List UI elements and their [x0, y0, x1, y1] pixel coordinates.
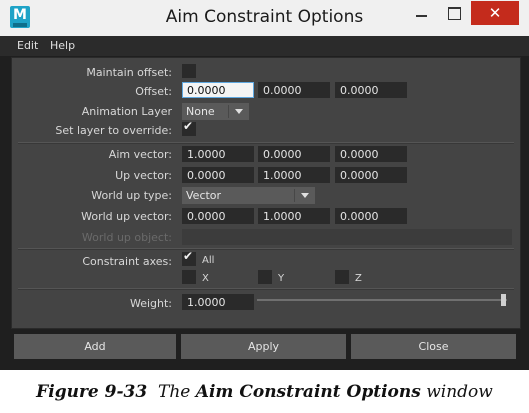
world-up-vector-z-field[interactable]: 0.0000: [335, 208, 407, 224]
options-panel: Maintain offset: Offset: 0.0000 0.0000 0…: [11, 57, 521, 329]
maintain-offset-checkbox[interactable]: [182, 64, 196, 78]
axes-all-checkbox[interactable]: [182, 249, 196, 266]
caption-pre: The: [158, 382, 191, 402]
axes-x-checkbox[interactable]: [182, 270, 196, 284]
up-vector-label: Up vector:: [115, 169, 172, 182]
animation-layer-label: Animation Layer: [81, 105, 172, 118]
world-up-vector-label: World up vector:: [81, 210, 172, 223]
section-divider: [18, 248, 514, 250]
weight-label: Weight:: [129, 297, 172, 310]
weight-slider-handle[interactable]: [501, 294, 506, 306]
add-button[interactable]: Add: [14, 334, 176, 359]
maximize-icon: [448, 7, 461, 20]
caption-figure-number: Figure 9-33: [36, 382, 148, 402]
offset-y-field[interactable]: 0.0000: [258, 82, 330, 98]
axes-z-label: Z: [355, 273, 362, 284]
menu-help[interactable]: Help: [50, 39, 75, 52]
dropdown-arrow-icon: [301, 193, 309, 198]
axes-x-label: X: [202, 273, 209, 284]
section-divider: [18, 142, 514, 144]
axes-y-label: Y: [278, 273, 285, 284]
menu-bar: Edit Help: [0, 36, 529, 56]
up-vector-x-field[interactable]: 0.0000: [182, 167, 254, 183]
world-up-object-field: [182, 229, 512, 245]
close-button[interactable]: Close: [351, 334, 516, 359]
aim-vector-y-field[interactable]: 0.0000: [258, 146, 330, 162]
set-layer-override-label: Set layer to override:: [55, 124, 172, 137]
axes-y-checkbox[interactable]: [258, 270, 272, 284]
animation-layer-value: None: [186, 105, 215, 118]
dropdown-separator: [228, 105, 229, 118]
offset-z-field[interactable]: 0.0000: [335, 82, 407, 98]
apply-button[interactable]: Apply: [181, 334, 346, 359]
set-layer-override-checkbox[interactable]: [182, 119, 196, 136]
up-vector-y-field[interactable]: 1.0000: [258, 167, 330, 183]
dialog-window: M Aim Constraint Options ✕ Edit Help Mai…: [0, 0, 529, 370]
dropdown-separator: [294, 189, 295, 202]
world-up-vector-y-field[interactable]: 1.0000: [258, 208, 330, 224]
world-up-type-label: World up type:: [91, 189, 172, 202]
dropdown-arrow-icon: [235, 109, 243, 114]
offset-label: Offset:: [135, 85, 172, 98]
maximize-button[interactable]: [439, 0, 471, 28]
menu-edit[interactable]: Edit: [17, 39, 38, 52]
aim-vector-z-field[interactable]: 0.0000: [335, 146, 407, 162]
axes-z-checkbox[interactable]: [335, 270, 349, 284]
world-up-object-label: World up object:: [81, 231, 172, 244]
world-up-type-value: Vector: [186, 189, 222, 202]
aim-vector-x-field[interactable]: 1.0000: [182, 146, 254, 162]
close-window-button[interactable]: ✕: [471, 1, 519, 25]
caption-post: window: [426, 382, 493, 402]
weight-slider-track[interactable]: [257, 299, 507, 301]
title-bar: M Aim Constraint Options ✕: [0, 0, 529, 36]
constraint-axes-label: Constraint axes:: [82, 255, 172, 268]
up-vector-z-field[interactable]: 0.0000: [335, 167, 407, 183]
section-divider: [18, 288, 514, 290]
caption-bold: Aim Constraint Options: [195, 382, 421, 402]
minimize-button[interactable]: [405, 0, 439, 28]
world-up-type-dropdown[interactable]: Vector: [182, 187, 315, 204]
offset-x-field[interactable]: 0.0000: [182, 82, 254, 98]
close-icon: ✕: [488, 4, 502, 22]
figure-caption: Figure 9-33 The Aim Constraint Options w…: [0, 382, 529, 402]
animation-layer-dropdown[interactable]: None: [182, 103, 249, 120]
maintain-offset-label: Maintain offset:: [86, 66, 172, 79]
axes-all-label: All: [202, 255, 215, 266]
aim-vector-label: Aim vector:: [108, 148, 172, 161]
minimize-icon: [416, 15, 427, 17]
weight-field[interactable]: 1.0000: [182, 294, 254, 310]
world-up-vector-x-field[interactable]: 0.0000: [182, 208, 254, 224]
